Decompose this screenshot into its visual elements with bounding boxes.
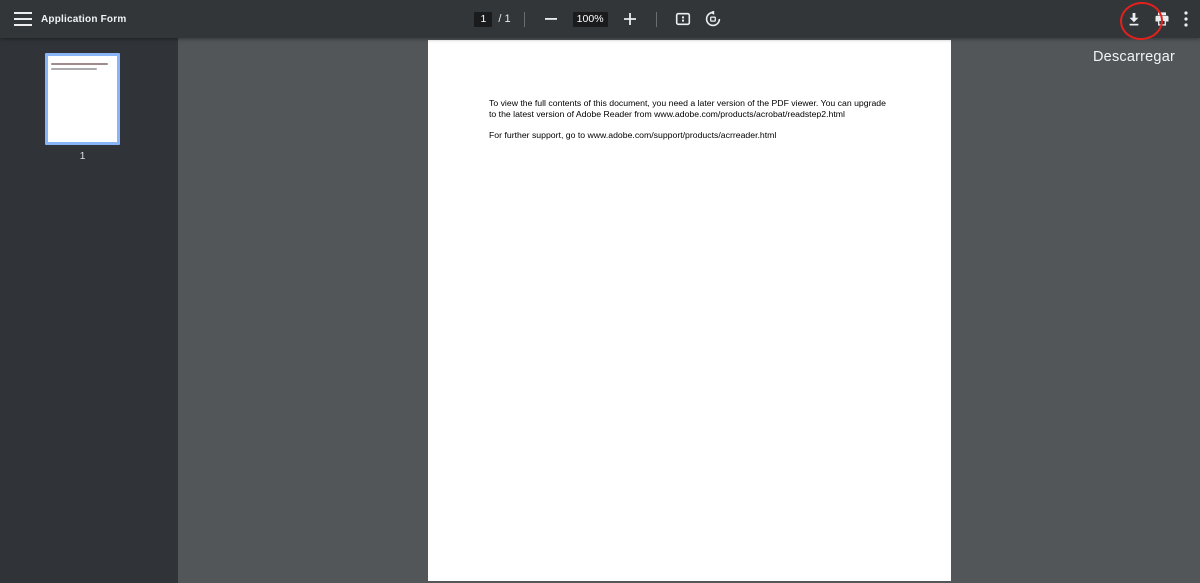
thumbnail-page-preview [45,53,120,145]
toolbar-right-group [1119,0,1200,38]
pdf-viewer-app: { "toolbar": { "title": "Application For… [0,0,1200,583]
minus-icon [544,13,557,25]
print-button[interactable] [1149,6,1175,32]
print-icon [1154,11,1170,27]
page-number-input[interactable] [474,11,493,27]
fit-to-page-button[interactable] [670,6,696,32]
more-options-button[interactable] [1177,6,1195,32]
pdf-paragraph: For further support, go to www.adobe.com… [489,130,899,141]
pdf-toolbar: Application Form / 1 100% [0,0,1200,38]
download-icon [1126,11,1142,27]
plus-icon [623,13,636,25]
rotate-counterclockwise-icon [705,11,721,27]
toolbar-left-group: Application Form [0,0,126,38]
pdf-text-line: For further support, go to www.adobe.com… [489,129,777,140]
pdf-paragraph: To view the full contents of this docume… [489,98,899,121]
toolbar-divider [523,11,525,27]
pdf-page-text: To view the full contents of this docume… [489,98,899,141]
download-button[interactable] [1121,6,1147,32]
zoom-level: 100% [572,11,608,27]
rotate-button[interactable] [700,6,726,32]
toolbar-center-group: / 1 100% [0,0,1200,38]
pdf-text-line: To view the full contents of this docume… [489,98,886,108]
thumbnail-text-line [51,68,97,70]
menu-button[interactable] [10,6,36,32]
zoom-out-button[interactable] [538,6,564,32]
thumbnail-text-line [51,63,108,65]
three-dot-menu-icon [1184,11,1188,27]
pdf-page: To view the full contents of this docume… [428,40,951,581]
page-thumbnail[interactable]: 1 [45,53,120,162]
page-total-label: / 1 [498,13,511,25]
thumbnail-page-number: 1 [79,150,86,162]
hamburger-menu-icon [14,12,32,26]
download-tooltip: Descarregar [1093,49,1175,65]
document-title: Application Form [41,13,127,25]
viewer-area: To view the full contents of this docume… [178,38,1200,583]
thumbnail-sidebar: 1 [0,38,178,583]
zoom-in-button[interactable] [617,6,643,32]
fit-to-page-icon [675,11,691,27]
toolbar-divider [655,11,657,27]
pdf-text-line: to the latest version of Adobe Reader fr… [489,109,845,120]
